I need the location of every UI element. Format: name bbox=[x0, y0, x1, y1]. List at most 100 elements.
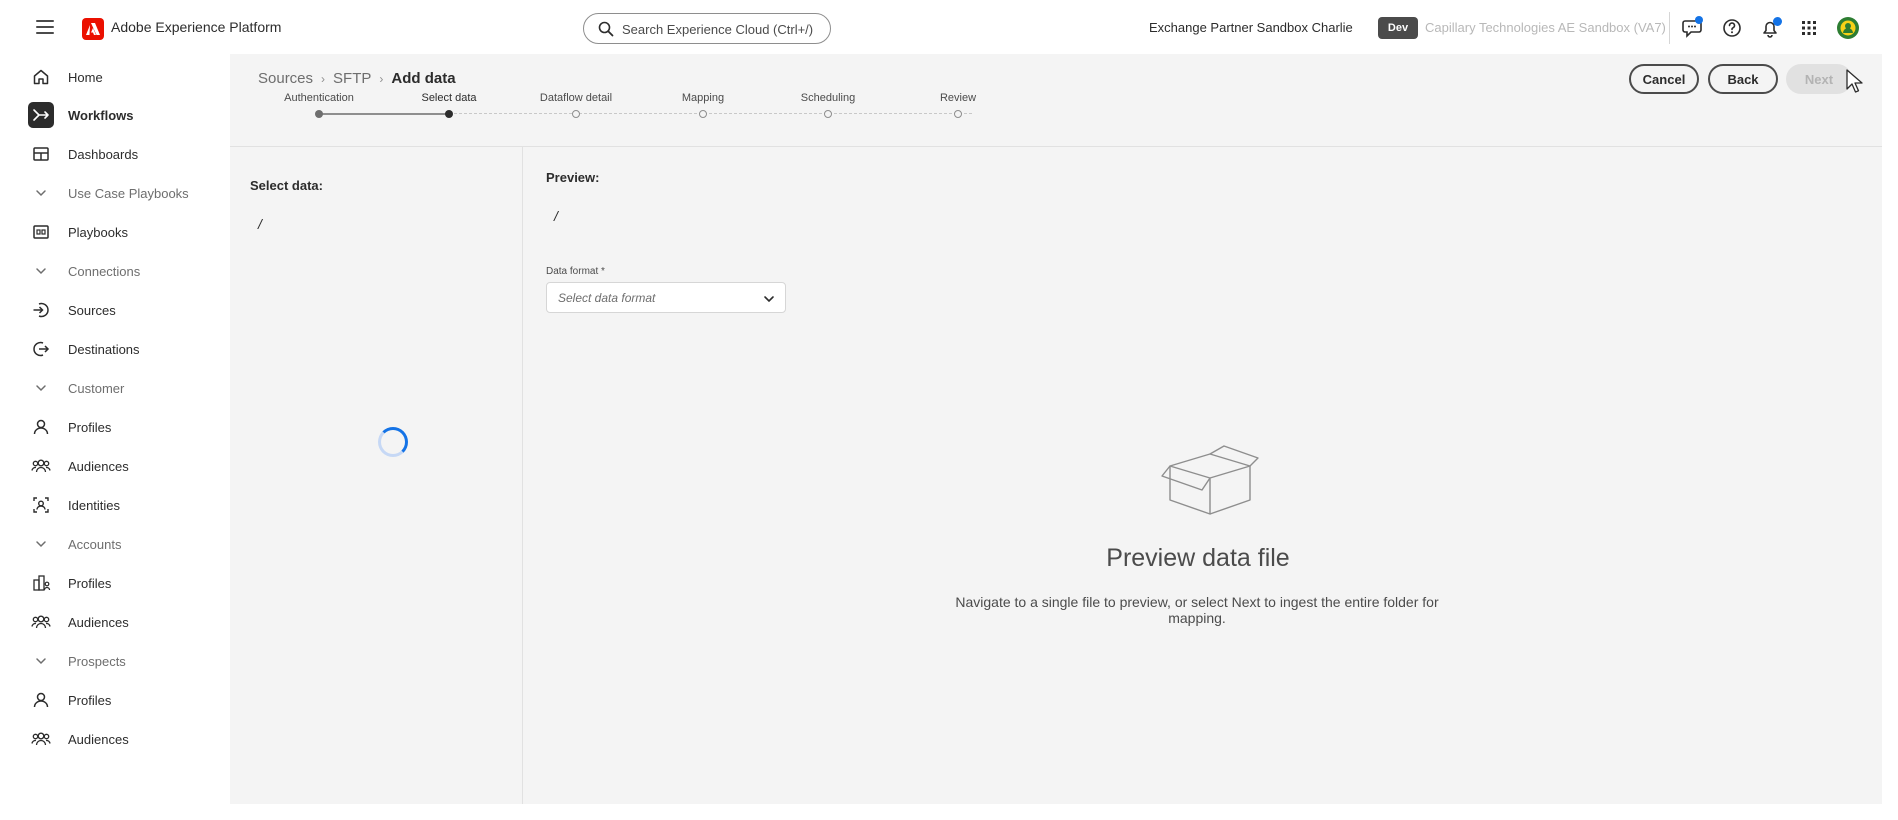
audiences-icon bbox=[28, 726, 54, 752]
sidebar-item-label: Destinations bbox=[68, 341, 140, 357]
chevron-down-icon bbox=[28, 180, 54, 206]
back-button[interactable]: Back bbox=[1708, 64, 1778, 94]
search-input[interactable] bbox=[622, 20, 822, 38]
preview-title: Preview: bbox=[546, 170, 600, 185]
loading-spinner bbox=[378, 427, 408, 457]
audiences-icon bbox=[28, 609, 54, 635]
step-dot-authentication bbox=[315, 110, 323, 118]
sidebar-item-customer-audiences[interactable]: Audiences bbox=[26, 451, 221, 481]
header-divider bbox=[230, 146, 1882, 147]
sidebar-item-sources[interactable]: Sources bbox=[26, 295, 221, 325]
step-dot-select-data bbox=[445, 110, 453, 118]
sidebar-item-dashboards[interactable]: Dashboards bbox=[26, 139, 221, 169]
data-format-label-text: Data format bbox=[546, 266, 599, 277]
audiences-icon bbox=[28, 453, 54, 479]
data-format-label: Data format * bbox=[546, 266, 605, 277]
select-data-path[interactable]: / bbox=[258, 216, 262, 232]
workflows-icon bbox=[28, 102, 54, 128]
apps-grid-icon[interactable] bbox=[1797, 16, 1821, 40]
chevron-right-icon: › bbox=[321, 71, 326, 86]
adobe-logo-icon[interactable] bbox=[82, 18, 104, 40]
playbooks-icon bbox=[28, 219, 54, 245]
sidebar-section-use-case-playbooks[interactable]: Use Case Playbooks bbox=[26, 178, 221, 208]
data-format-placeholder: Select data format bbox=[558, 291, 656, 305]
sidebar-item-label: Audiences bbox=[68, 458, 129, 474]
dashboards-icon bbox=[28, 141, 54, 167]
sidebar-item-playbooks[interactable]: Playbooks bbox=[26, 217, 221, 247]
breadcrumb-sources[interactable]: Sources bbox=[258, 70, 313, 87]
sidebar-item-label: Audiences bbox=[68, 614, 129, 630]
feedback-icon[interactable] bbox=[1681, 16, 1705, 40]
search-field[interactable] bbox=[583, 13, 831, 44]
next-button[interactable]: Next bbox=[1786, 64, 1852, 94]
step-connector bbox=[319, 113, 449, 115]
step-dot-dataflow-detail bbox=[572, 110, 580, 118]
breadcrumb-sftp[interactable]: SFTP bbox=[333, 70, 371, 87]
sandbox-switcher[interactable]: Capillary Technologies AE Sandbox (VA7) bbox=[1425, 20, 1666, 35]
profile-icon bbox=[28, 414, 54, 440]
sidebar: Home Workflows Dashboards Use Case Playb… bbox=[16, 54, 230, 804]
sidebar-section-label: Connections bbox=[68, 263, 141, 279]
preview-path: / bbox=[554, 208, 558, 224]
top-bar: Adobe Experience Platform Exchange Partn… bbox=[16, 4, 1882, 54]
sidebar-item-label: Identities bbox=[68, 497, 121, 513]
cancel-button[interactable]: Cancel bbox=[1629, 64, 1699, 94]
empty-box-icon bbox=[1160, 444, 1260, 525]
home-icon bbox=[28, 64, 54, 90]
sidebar-item-workflows[interactable]: Workflows bbox=[26, 100, 221, 130]
search-icon bbox=[598, 21, 614, 37]
chevron-down-icon bbox=[28, 648, 54, 674]
chevron-down-icon bbox=[28, 375, 54, 401]
sidebar-item-label: Playbooks bbox=[68, 224, 128, 240]
sidebar-item-label: Profiles bbox=[68, 575, 112, 591]
empty-state-description: Navigate to a single file to preview, or… bbox=[955, 594, 1439, 626]
breadcrumb: Sources › SFTP › Add data bbox=[258, 70, 456, 87]
accounts-profile-icon bbox=[28, 570, 54, 596]
data-format-picker[interactable]: Select data format bbox=[546, 282, 786, 313]
chevron-down-icon bbox=[28, 531, 54, 557]
sidebar-item-label: Profiles bbox=[68, 419, 112, 435]
sources-icon bbox=[28, 297, 54, 323]
main-panel: Sources › SFTP › Add data Cancel Back Ne… bbox=[230, 54, 1882, 804]
step-label-authentication: Authentication bbox=[284, 92, 354, 104]
required-marker: * bbox=[601, 266, 605, 277]
sidebar-section-label: Customer bbox=[68, 380, 125, 396]
avatar[interactable] bbox=[1836, 16, 1860, 40]
org-switcher[interactable]: Exchange Partner Sandbox Charlie bbox=[1149, 20, 1353, 35]
hamburger-menu-icon[interactable] bbox=[36, 20, 54, 36]
empty-state-title: Preview data file bbox=[1106, 544, 1290, 572]
app-window: Adobe Experience Platform Exchange Partn… bbox=[16, 4, 1882, 804]
brand-name[interactable]: Adobe Experience Platform bbox=[111, 19, 281, 35]
profile-icon bbox=[28, 687, 54, 713]
help-icon[interactable] bbox=[1720, 16, 1744, 40]
panel-divider bbox=[522, 146, 523, 804]
select-data-title: Select data: bbox=[250, 178, 323, 193]
sidebar-item-prospect-audiences[interactable]: Audiences bbox=[26, 724, 221, 754]
sidebar-item-label: Dashboards bbox=[68, 146, 139, 162]
env-badge: Dev bbox=[1378, 17, 1418, 39]
sidebar-section-label: Prospects bbox=[68, 653, 126, 669]
sidebar-item-customer-profiles[interactable]: Profiles bbox=[26, 412, 221, 442]
sidebar-section-label: Use Case Playbooks bbox=[68, 185, 189, 201]
sidebar-item-destinations[interactable]: Destinations bbox=[26, 334, 221, 364]
sidebar-section-prospects[interactable]: Prospects bbox=[26, 646, 221, 676]
sidebar-section-customer[interactable]: Customer bbox=[26, 373, 221, 403]
sidebar-item-label: Workflows bbox=[68, 107, 134, 123]
sidebar-item-identities[interactable]: Identities bbox=[26, 490, 221, 520]
notifications-icon[interactable] bbox=[1758, 16, 1782, 40]
sidebar-item-account-profiles[interactable]: Profiles bbox=[26, 568, 221, 598]
sidebar-item-label: Home bbox=[68, 69, 103, 85]
step-indicator: Authentication Select data Dataflow deta… bbox=[230, 92, 1130, 132]
sidebar-item-prospect-profiles[interactable]: Profiles bbox=[26, 685, 221, 715]
step-dot-review bbox=[954, 110, 962, 118]
step-label-review: Review bbox=[939, 92, 977, 104]
sidebar-section-connections[interactable]: Connections bbox=[26, 256, 221, 286]
mouse-cursor-icon bbox=[1846, 69, 1864, 100]
step-dot-mapping bbox=[699, 110, 707, 118]
sidebar-item-account-audiences[interactable]: Audiences bbox=[26, 607, 221, 637]
step-label-mapping: Mapping bbox=[681, 92, 725, 104]
sidebar-item-home[interactable]: Home bbox=[26, 62, 221, 92]
step-label-dataflow-detail: Dataflow detail bbox=[539, 92, 613, 104]
sidebar-section-accounts[interactable]: Accounts bbox=[26, 529, 221, 559]
step-label-scheduling: Scheduling bbox=[800, 92, 856, 104]
